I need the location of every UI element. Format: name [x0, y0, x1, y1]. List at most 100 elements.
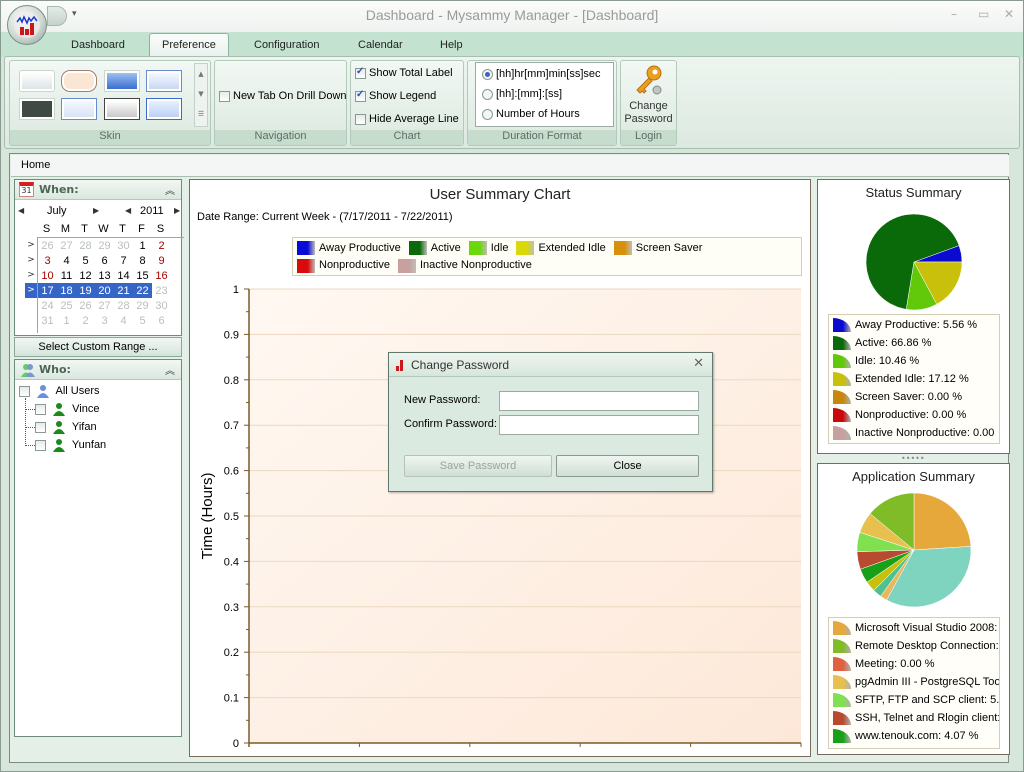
- new-password-input[interactable]: [499, 391, 699, 411]
- minimize-button[interactable]: –: [951, 7, 957, 21]
- tab-home[interactable]: Home: [11, 155, 1009, 177]
- skin-option[interactable]: [62, 99, 96, 119]
- calendar-day[interactable]: 6: [95, 253, 114, 268]
- prev-month-icon[interactable]: ◀: [18, 206, 24, 215]
- week-selector[interactable]: >: [25, 268, 37, 283]
- calendar-day[interactable]: 5: [133, 313, 152, 328]
- checkbox[interactable]: [35, 439, 46, 451]
- skin-option[interactable]: [62, 71, 96, 91]
- save-password-button[interactable]: Save Password: [404, 455, 552, 477]
- checkbox[interactable]: [355, 89, 366, 102]
- calendar-day[interactable]: 28: [76, 238, 95, 253]
- checkbox[interactable]: [35, 403, 46, 415]
- collapse-icon[interactable]: ︽: [165, 362, 175, 377]
- checkbox[interactable]: [355, 113, 366, 125]
- application-menu-button[interactable]: [7, 5, 47, 45]
- calendar-day[interactable]: 12: [76, 268, 95, 283]
- maximize-button[interactable]: ▭: [978, 7, 989, 21]
- calendar-day[interactable]: 4: [114, 313, 133, 328]
- calendar-day[interactable]: 1: [133, 238, 152, 253]
- collapse-icon[interactable]: ︽: [165, 182, 175, 197]
- calendar-day[interactable]: 13: [95, 268, 114, 283]
- calendar-day[interactable]: 14: [114, 268, 133, 283]
- scroll-up-icon[interactable]: ▲: [195, 64, 207, 84]
- hide-average-line-checkbox[interactable]: Hide Average Line: [355, 113, 459, 125]
- checkbox[interactable]: [19, 385, 30, 397]
- radio[interactable]: [482, 88, 493, 100]
- calendar-day[interactable]: 20: [95, 283, 114, 298]
- calendar-day[interactable]: 27: [57, 238, 76, 253]
- skin-option[interactable]: [105, 99, 139, 119]
- prev-year-icon[interactable]: ◀: [125, 206, 131, 215]
- calendar-day[interactable]: 3: [95, 313, 114, 328]
- calendar-day[interactable]: 11: [57, 268, 76, 283]
- calendar-day[interactable]: 3: [38, 253, 57, 268]
- show-total-label-checkbox[interactable]: Show Total Label: [355, 66, 453, 79]
- select-custom-range-button[interactable]: Select Custom Range ...: [14, 337, 182, 357]
- calendar-day[interactable]: 8: [133, 253, 152, 268]
- tab-preference[interactable]: Preference: [149, 33, 229, 58]
- calendar-day[interactable]: 31: [38, 313, 57, 328]
- calendar-day[interactable]: 16: [152, 268, 171, 283]
- calendar-day[interactable]: 1: [57, 313, 76, 328]
- duration-hhmmss-text-radio[interactable]: [hh]hr[mm]min[ss]sec: [482, 68, 601, 80]
- checkbox[interactable]: [355, 66, 366, 79]
- radio[interactable]: [482, 68, 493, 80]
- calendar-day[interactable]: 19: [76, 283, 95, 298]
- calendar-day[interactable]: 2: [76, 313, 95, 328]
- tree-item-all-users[interactable]: All Users: [19, 384, 100, 398]
- who-header[interactable]: Who: ︽: [15, 360, 181, 380]
- week-selector[interactable]: >: [25, 283, 37, 298]
- calendar-day[interactable]: 22: [133, 283, 152, 298]
- checkbox[interactable]: [35, 421, 46, 433]
- calendar-day[interactable]: 27: [95, 298, 114, 313]
- calendar-day[interactable]: 5: [76, 253, 95, 268]
- calendar-day[interactable]: 23: [152, 283, 171, 298]
- dialog-title-bar[interactable]: Change Password ✕: [389, 353, 712, 377]
- calendar-day[interactable]: 10: [38, 268, 57, 283]
- skin-option[interactable]: [105, 71, 139, 91]
- skin-option[interactable]: [20, 71, 54, 91]
- confirm-password-input[interactable]: [499, 415, 699, 435]
- calendar-day[interactable]: 25: [57, 298, 76, 313]
- skin-option[interactable]: [20, 99, 54, 119]
- calendar-day[interactable]: 30: [152, 298, 171, 313]
- tab-help[interactable]: Help: [440, 39, 463, 51]
- calendar-day[interactable]: 28: [114, 298, 133, 313]
- calendar-day[interactable]: 7: [114, 253, 133, 268]
- close-dialog-button[interactable]: Close: [556, 455, 699, 477]
- calendar-day[interactable]: 29: [133, 298, 152, 313]
- tab-configuration[interactable]: Configuration: [254, 39, 319, 51]
- calendar-day[interactable]: 24: [38, 298, 57, 313]
- tab-calendar[interactable]: Calendar: [358, 39, 403, 51]
- tab-dashboard[interactable]: Dashboard: [71, 39, 125, 51]
- tree-item-user[interactable]: Yunfan: [25, 438, 106, 452]
- tree-item-user[interactable]: Yifan: [25, 420, 97, 434]
- show-legend-checkbox[interactable]: Show Legend: [355, 89, 436, 102]
- year-label[interactable]: 2011: [140, 205, 164, 217]
- calendar-day[interactable]: 26: [76, 298, 95, 313]
- calendar-day[interactable]: 4: [57, 253, 76, 268]
- month-label[interactable]: July: [47, 205, 67, 217]
- calendar-day[interactable]: 2: [152, 238, 171, 253]
- radio[interactable]: [482, 108, 493, 120]
- calendar-day[interactable]: 6: [152, 313, 171, 328]
- calendar-day[interactable]: 9: [152, 253, 171, 268]
- calendar-day[interactable]: 26: [38, 238, 57, 253]
- duration-colon-radio[interactable]: [hh]:[mm]:[ss]: [482, 88, 562, 100]
- calendar-day[interactable]: 17: [38, 283, 57, 298]
- change-password-ribbon-button[interactable]: Change Password: [621, 61, 676, 129]
- calendar-day[interactable]: 18: [57, 283, 76, 298]
- tree-item-user[interactable]: Vince: [25, 402, 99, 416]
- customize-qat-icon[interactable]: ▾: [72, 9, 77, 19]
- dialog-close-icon[interactable]: ✕: [693, 356, 704, 371]
- week-selector[interactable]: >: [25, 253, 37, 268]
- week-selector[interactable]: >: [25, 238, 37, 253]
- next-year-icon[interactable]: ▶: [174, 206, 180, 215]
- splitter-grip[interactable]: •••••: [901, 454, 925, 463]
- calendar-day[interactable]: 30: [114, 238, 133, 253]
- calendar-day[interactable]: 29: [95, 238, 114, 253]
- skin-option[interactable]: [147, 71, 181, 91]
- skin-gallery-scroll[interactable]: ▲ ▼ ☰: [194, 63, 208, 127]
- close-button[interactable]: ✕: [1004, 7, 1014, 21]
